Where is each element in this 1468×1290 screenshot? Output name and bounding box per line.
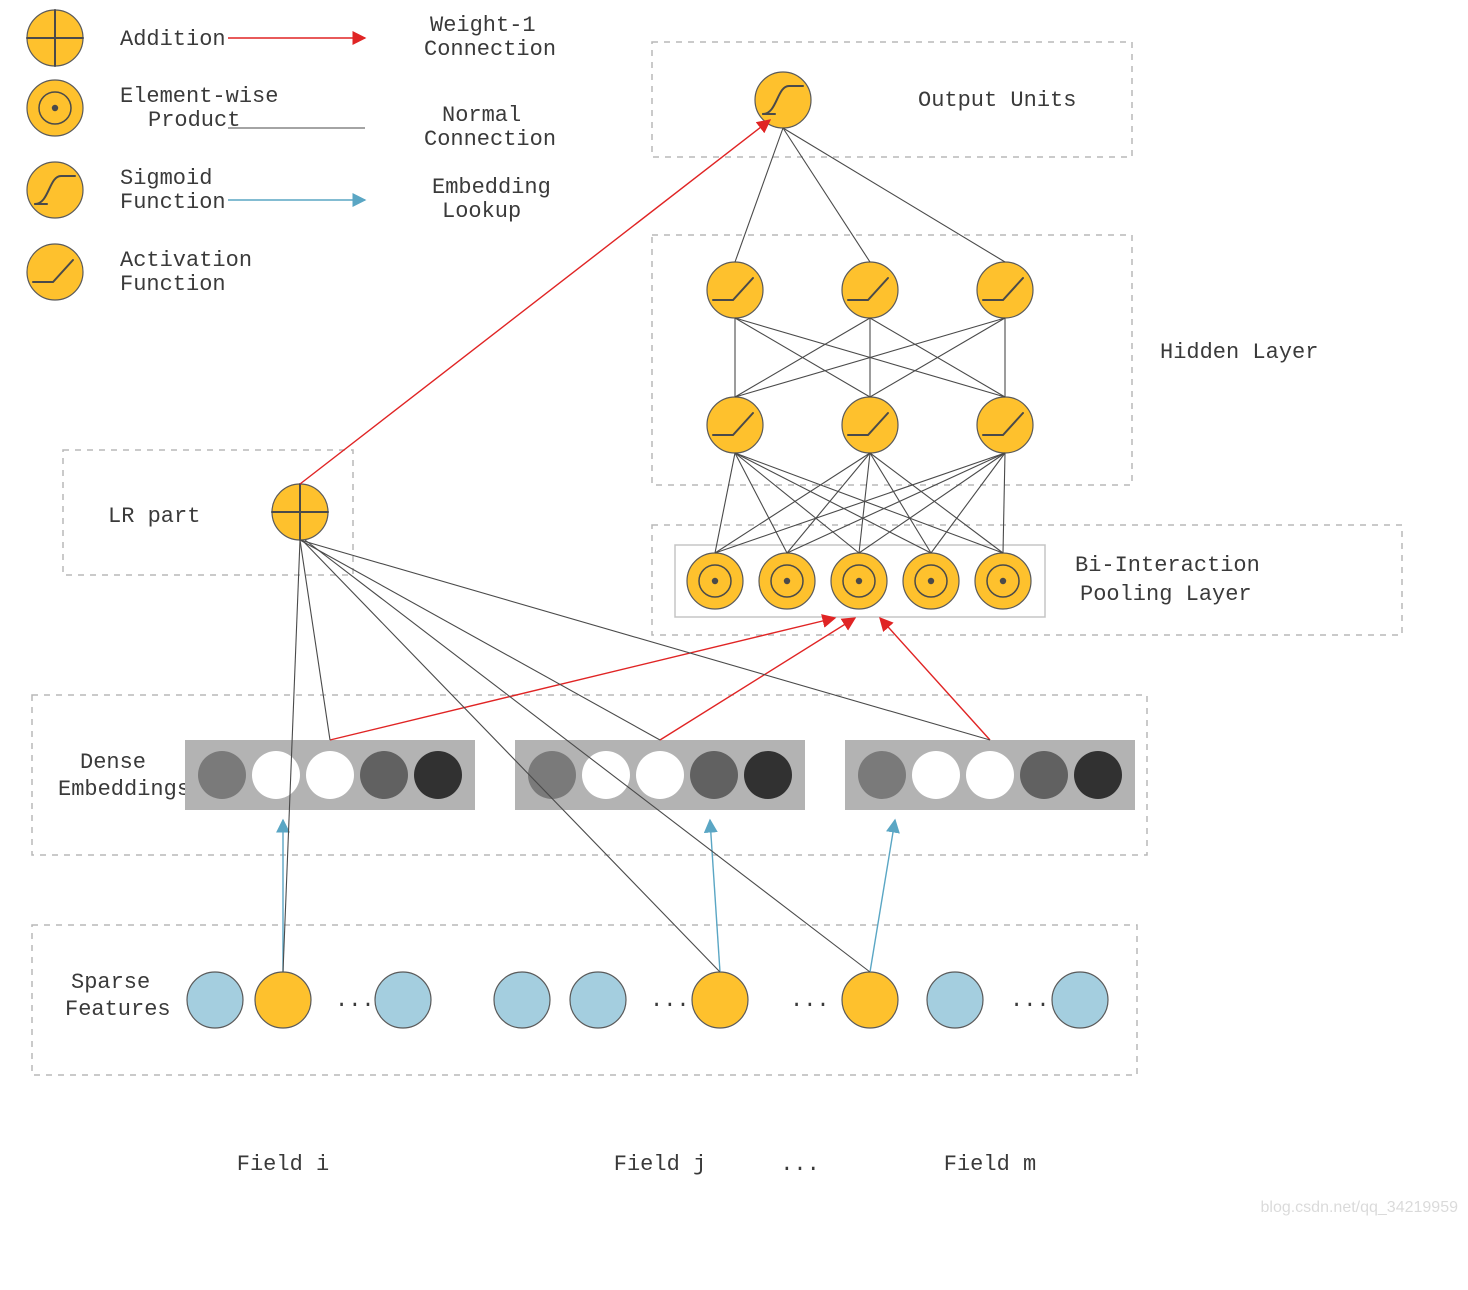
legend-sigmoid-l1: Sigmoid [120, 166, 212, 191]
addition-icon [27, 10, 83, 66]
emb-group-1 [185, 740, 475, 810]
legend-addition: Addition [120, 27, 226, 52]
dots-3: ... [790, 988, 830, 1013]
emb-group-2 [515, 740, 805, 810]
hidden-b3 [977, 397, 1033, 453]
sparse-i-active [255, 972, 311, 1028]
dots-4: ... [1010, 988, 1050, 1013]
sparse-to-dense-connections [283, 820, 895, 972]
hidden-t3 [977, 262, 1033, 318]
hidden-t1 [707, 262, 763, 318]
legend-elementwise-l1: Element-wise [120, 84, 278, 109]
bi-2 [759, 553, 815, 609]
hidden-t2 [842, 262, 898, 318]
lr-add-node [272, 484, 328, 540]
bi-to-hidden-connections [715, 453, 1005, 553]
bi-5 [975, 553, 1031, 609]
output-units-box: Output Units [652, 42, 1132, 157]
hidden-internal-connections [735, 318, 1005, 397]
emb-group-3 [845, 740, 1135, 810]
lr-label: LR part [108, 504, 200, 529]
legend-embedding-l1: Embedding [432, 175, 551, 200]
sparse-j-active [692, 972, 748, 1028]
hidden-to-output-connections [735, 128, 1005, 262]
legend: Addition Element-wise Product Sigmoid Fu… [27, 10, 556, 300]
legend-elementwise-l2: Product [148, 108, 240, 133]
watermark: blog.csdn.net/qq_34219959 [1260, 1199, 1458, 1216]
sparse-m-1 [927, 972, 983, 1028]
hidden-b1 [707, 397, 763, 453]
dense-label-l2: Embeddings [58, 777, 190, 802]
emb-to-bi-connections [330, 618, 990, 740]
sparse-label-l2: Features [65, 997, 171, 1022]
sparse-i-1 [187, 972, 243, 1028]
dots-2: ... [650, 988, 690, 1013]
legend-weight1-l1: Weight-1 [430, 13, 536, 38]
field-j-label: Field j [614, 1152, 706, 1177]
bi-label-l1: Bi-Interaction [1075, 553, 1260, 578]
legend-normal-l2: Connection [424, 127, 556, 152]
sparse-label-l1: Sparse [71, 970, 150, 995]
hidden-label: Hidden Layer [1160, 340, 1318, 365]
sparse-j-1 [494, 972, 550, 1028]
elementwise-icon [27, 80, 83, 136]
field-m-label: Field m [944, 1152, 1036, 1177]
legend-embedding-l2: Lookup [442, 199, 521, 224]
sparse-j-2 [570, 972, 626, 1028]
bi-4 [903, 553, 959, 609]
dots-fields: ... [780, 1152, 820, 1177]
sparse-m-active [842, 972, 898, 1028]
legend-normal-l1: Normal [442, 103, 521, 128]
dots-1: ... [335, 988, 375, 1013]
bi-3 [831, 553, 887, 609]
output-node [755, 72, 811, 128]
sparse-i-3 [375, 972, 431, 1028]
legend-activation-l2: Function [120, 272, 226, 297]
legend-weight1-l2: Connection [424, 37, 556, 62]
dense-label-l1: Dense [80, 750, 146, 775]
field-i-label: Field i [237, 1152, 329, 1177]
activation-icon [27, 244, 83, 300]
output-label: Output Units [918, 88, 1076, 113]
sparse-m-2 [1052, 972, 1108, 1028]
hidden-b2 [842, 397, 898, 453]
bi-label-l2: Pooling Layer [1080, 582, 1252, 607]
bi-1 [687, 553, 743, 609]
legend-sigmoid-l2: Function [120, 190, 226, 215]
emb-to-lr-connections [300, 540, 990, 740]
sigmoid-icon [27, 162, 83, 218]
legend-activation-l1: Activation [120, 248, 252, 273]
